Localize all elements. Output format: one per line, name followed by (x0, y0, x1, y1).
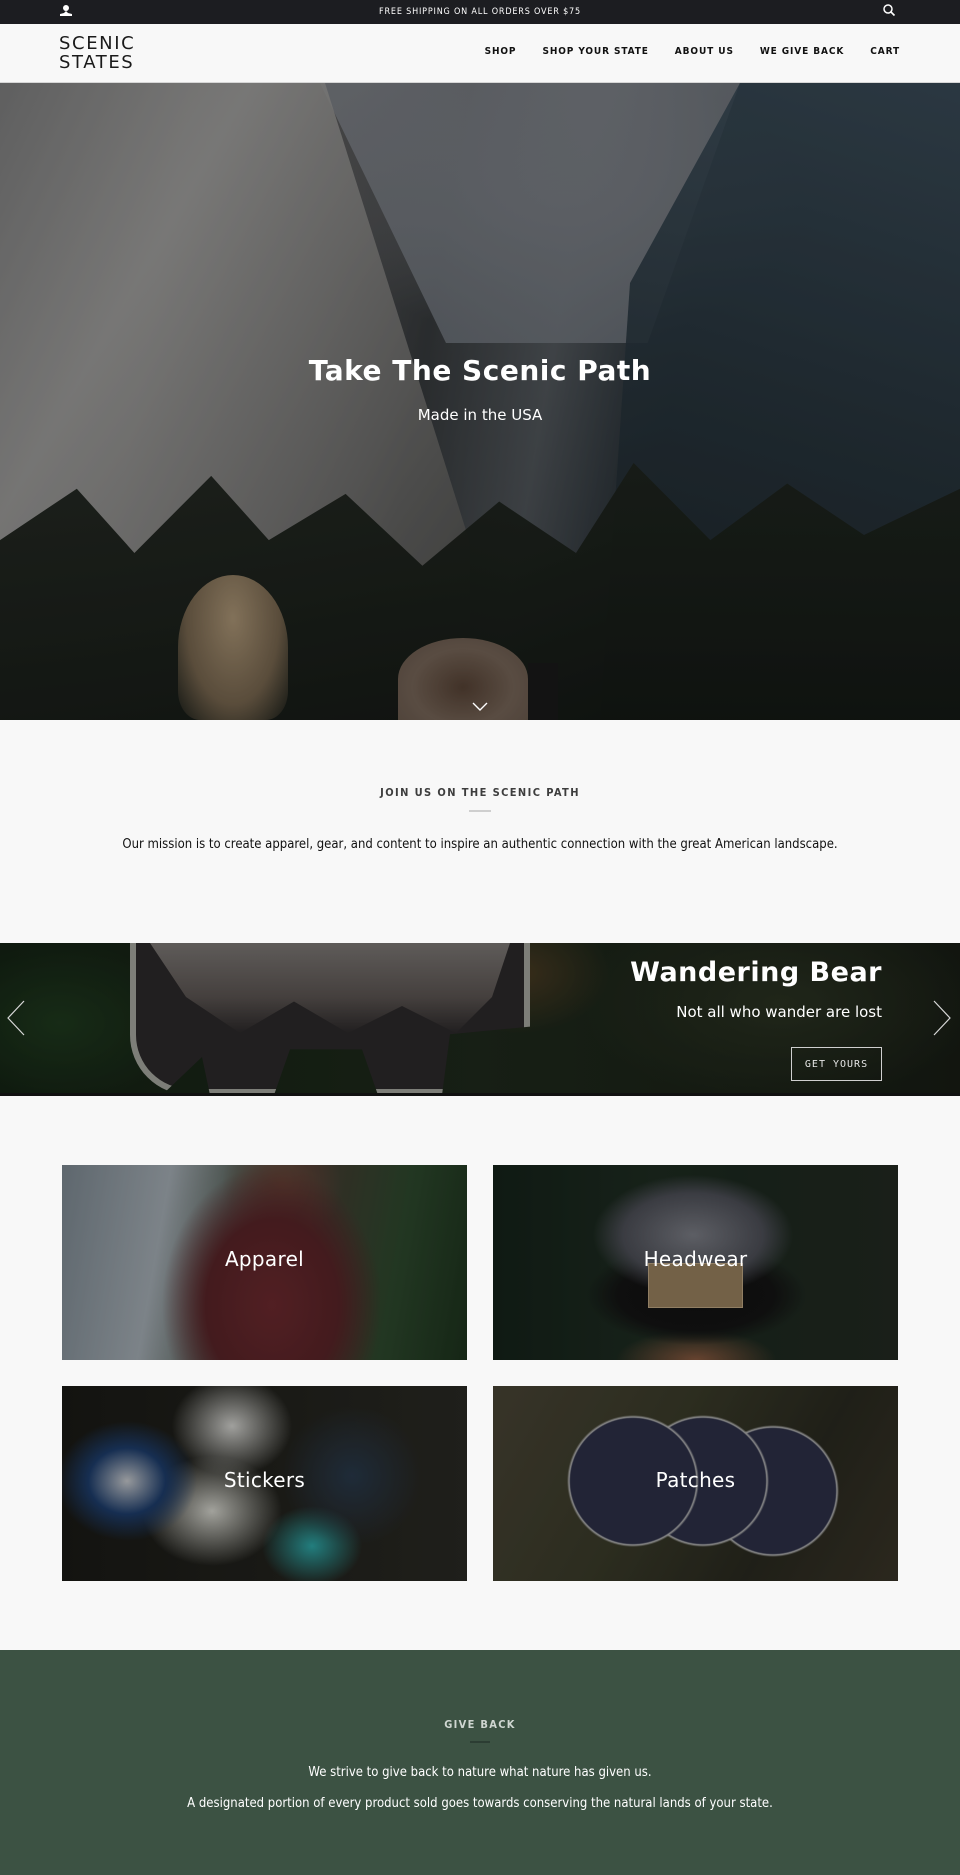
collection-label: Headwear (643, 1247, 748, 1271)
mission-heading: JOIN US ON THE SCENIC PATH (380, 786, 580, 799)
collection-label: Apparel (224, 1247, 305, 1271)
search-icon[interactable] (882, 2, 896, 17)
announcement-bar: FREE SHIPPING ON ALL ORDERS OVER $75 (0, 0, 960, 24)
collection-patches[interactable]: Patches (493, 1386, 898, 1581)
collection-apparel[interactable]: Apparel (62, 1165, 467, 1360)
give-back-divider (470, 1741, 490, 1743)
give-back-section: GIVE BACK We strive to give back to natu… (0, 1650, 960, 1875)
give-back-line-2: A designated portion of every product so… (187, 1796, 773, 1811)
slide-subtitle: Not all who wander are lost (676, 1003, 882, 1021)
announcement-text: FREE SHIPPING ON ALL ORDERS OVER $75 (379, 7, 581, 17)
site-logo[interactable]: SCENIC STATES (59, 34, 135, 72)
collection-label: Patches (655, 1468, 736, 1492)
chevron-left-icon[interactable] (6, 1000, 26, 1036)
collection-headwear[interactable]: Headwear (493, 1165, 898, 1360)
give-back-heading: GIVE BACK (444, 1718, 516, 1731)
hero-overlay (0, 83, 960, 720)
mission-text: Our mission is to create apparel, gear, … (122, 837, 838, 852)
hero-subtitle: Made in the USA (417, 406, 543, 424)
collection-stickers[interactable]: Stickers (62, 1386, 467, 1581)
nav-about-us[interactable]: ABOUT US (675, 46, 734, 57)
slide-title: Wandering Bear (630, 957, 882, 988)
nav-we-give-back[interactable]: WE GIVE BACK (760, 46, 844, 57)
nav-cart[interactable]: CART (870, 46, 900, 57)
hero-title: Take The Scenic Path (308, 354, 652, 387)
nav-shop-your-state[interactable]: SHOP YOUR STATE (542, 46, 648, 57)
featured-slide: Wandering Bear Not all who wander are lo… (0, 943, 960, 1096)
mission-divider (469, 810, 491, 812)
hero-banner: Take The Scenic Path Made in the USA (0, 83, 960, 720)
nav-shop[interactable]: SHOP (485, 46, 517, 57)
logo-line-2: STATES (59, 52, 135, 73)
logo-line-1: SCENIC (59, 33, 136, 54)
collection-label: Stickers (223, 1468, 306, 1492)
give-back-line-1: We strive to give back to nature what na… (308, 1765, 652, 1780)
main-nav: SHOP SHOP YOUR STATE ABOUT US WE GIVE BA… (485, 46, 900, 57)
chevron-down-icon[interactable] (472, 697, 488, 711)
get-yours-button[interactable]: GET YOURS (791, 1047, 882, 1081)
chevron-right-icon[interactable] (932, 1000, 952, 1036)
site-header: SCENIC STATES SHOP SHOP YOUR STATE ABOUT… (0, 24, 960, 83)
